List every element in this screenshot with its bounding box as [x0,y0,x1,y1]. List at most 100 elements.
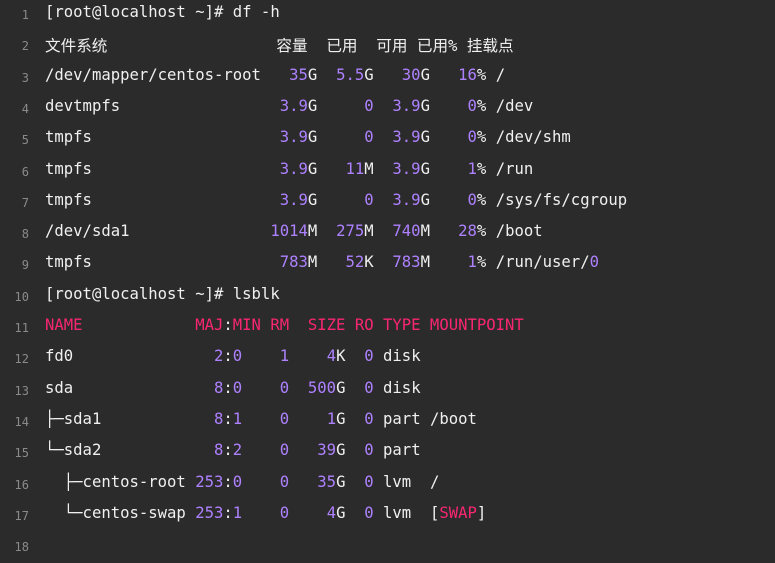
line-text: devtmpfs 3.9G 0 3.9G 0% /dev [45,97,533,115]
token: 0 [232,472,243,491]
line-number: 15 [14,446,29,461]
token: K [336,347,365,366]
token: ├─centos-root [45,472,196,491]
line-number: 1 [21,8,29,22]
token: G [336,503,365,522]
token: 3.9 [392,190,421,209]
token: 8 [214,378,224,397]
token: : [223,472,233,491]
token: SWAP [439,503,477,522]
token: devtmpfs [45,96,280,115]
code-line: 2 文件系统 容量 已用 可用 已用% 挂载点 [0,31,775,62]
code-line: 3/dev/mapper/centos-root 35G 5.5G 30G 16… [0,63,775,94]
token: : [223,378,233,397]
token: 0 [364,96,374,115]
line-number: 8 [21,227,29,242]
token: 8 [214,409,224,428]
code-line: 13 sda 8:0 0 500G 0 disk [0,376,775,407]
token: 52 [345,253,365,272]
token: M [420,253,468,272]
token: 35 [317,472,337,491]
token: └─sda2 [45,441,214,460]
line-text: [root@localhost ~]# lsblk [45,285,280,303]
token: 1 [326,409,337,428]
line-number: 16 [14,477,29,492]
token: 3.9 [279,159,308,178]
line-number: 3 [21,70,29,85]
code-line: 18 [0,532,775,563]
token: 0 [589,253,599,272]
token: 0 [467,96,477,115]
code-line: 16 ├─centos-root 253:0 0 35G 0 lvm / [0,470,775,501]
code-line: 6 tmpfs 3.9G 11M 3.9G 1% /run [0,157,775,188]
line-text: fd0 2:0 1 4K 0 disk [45,347,421,365]
token: 0 [279,409,290,428]
token: 39 [317,441,337,460]
token: 3.9 [279,96,308,115]
token: 3.9 [392,128,421,147]
token: MIN RM SIZE RO TYPE MOUNTPOINT [232,316,524,334]
token: 783 [279,253,308,272]
token: disk [373,347,421,366]
token: NAME [45,316,196,334]
token: 11 [345,159,365,178]
token: % /boot [476,222,543,241]
line-number: 11 [14,321,29,335]
token: 275 [336,222,365,241]
line-number: 2 [21,39,29,54]
token: tmpfs [45,253,280,272]
line-number: 12 [14,352,29,367]
token: 253 [195,472,224,491]
line-text: [root@localhost ~]# df -h [45,3,280,21]
token: [root@localhost ~]# df -h [45,3,280,21]
token: 0 [279,503,290,522]
token: % /dev/shm [476,128,571,147]
token: 0 [467,128,477,147]
token: 3.9 [279,128,308,147]
token: 0 [364,190,374,209]
token: : [223,503,233,522]
code-editor[interactable]: 1 [root@localhost ~]# df -h 2 文件系统 容量 已用 可用… [0,0,775,554]
token: 0 [279,441,290,460]
line-number: 5 [21,133,29,148]
code-line: 8/dev/sda1 1014M 275M 740M 28% /boot [0,219,775,250]
token: M [364,222,393,241]
token: 0 [232,378,243,397]
token: [root@localhost ~]# lsblk [45,284,280,303]
line-number: 4 [21,101,29,116]
token: : [223,441,233,460]
token: G [420,96,468,115]
token: G [307,128,365,147]
token: 2 [232,441,243,460]
token: 0 [279,472,290,491]
token: G [307,96,365,115]
token: 0 [364,409,374,428]
token: 0 [364,441,374,460]
token: 1 [467,159,477,178]
token: 35 [289,65,308,84]
token: fd0 [45,347,214,366]
token: M [364,159,393,178]
token: disk [373,378,421,397]
token: lvm / [373,472,440,491]
token: 253 [195,503,224,522]
code-line: 12 fd0 2:0 1 4K 0 disk [0,344,775,375]
line-number: 9 [21,258,29,273]
token: 5.5 [336,65,365,84]
token: 16 [458,65,477,84]
token: G [420,159,468,178]
line-text: ├─sda1 8:1 0 1G 0 part /boot [45,410,477,428]
token: 0 [364,347,374,366]
token: : [223,316,233,334]
line-text: sda 8:0 0 500G 0 disk [45,379,421,397]
token: M [307,253,346,272]
token: % /sys/fs/cgroup [476,190,628,209]
